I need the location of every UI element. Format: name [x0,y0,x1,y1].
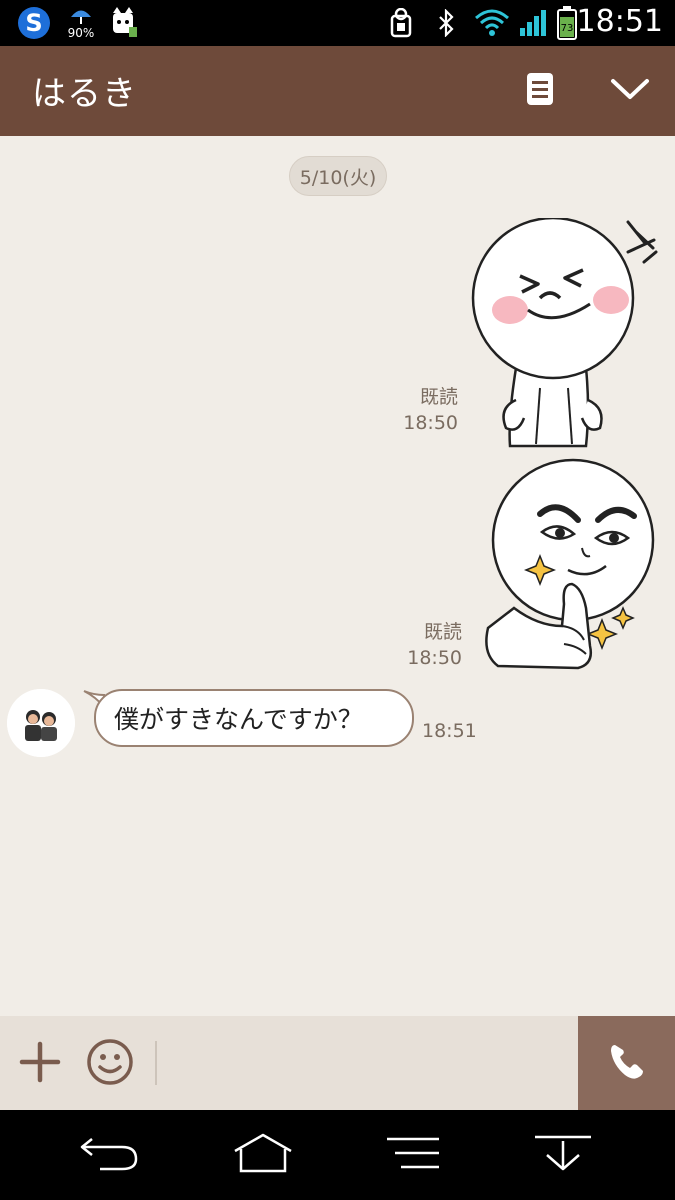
notes-button[interactable] [515,66,565,116]
signal-icon [516,0,550,46]
battery-percent-text: 90% [67,26,95,40]
notification-pull-button[interactable] [528,1130,598,1180]
back-button[interactable] [74,1130,144,1180]
dog-mascot-icon [106,0,142,46]
message-time: 18:50 [407,647,462,669]
message-bubble[interactable]: 僕がすきなんですか？ [94,689,414,747]
call-button[interactable] [578,1016,675,1110]
notifications-pull-icon [533,1133,593,1177]
bluetooth-icon [432,0,460,46]
message-input[interactable] [160,1026,570,1100]
chat-area[interactable]: 5/10(火) 既読 18:50 既読 18:50 僕がすきなんですか？ 18:… [0,136,675,1016]
emoji-icon [86,1038,134,1090]
message-meta: 既読 18:50 [396,619,462,671]
read-label: 既読 [419,386,458,408]
phone-icon [607,1041,647,1085]
clock-time: 18:51 [576,4,663,39]
notes-icon [526,72,554,110]
input-bar [0,1016,675,1110]
add-attachment-button[interactable] [10,1034,70,1094]
umbrella-icon: 90% [62,0,100,46]
collapse-menu-button[interactable] [605,66,655,116]
svg-text:S: S [25,9,42,37]
wifi-icon [472,0,512,46]
home-button[interactable] [228,1130,298,1180]
partner-avatar[interactable] [7,689,75,757]
s-app-icon: S [14,0,54,46]
navigation-bar [0,1110,675,1200]
chevron-down-icon [610,77,650,105]
chat-title: はるき [32,74,137,114]
date-separator: 5/10(火) [289,156,387,196]
thumbs-up-moon-sticker[interactable] [478,458,668,676]
message-time: 18:51 [422,720,477,742]
message-meta: 既読 18:50 [392,384,458,436]
laughing-moon-sticker[interactable] [468,216,668,448]
menu-button[interactable] [378,1130,448,1180]
home-icon [231,1133,295,1177]
chat-header: はるき [0,46,675,136]
read-label: 既読 [423,621,462,643]
menu-icon [385,1135,441,1175]
back-icon [78,1133,140,1177]
message-text: 僕がすきなんですか？ [114,705,363,734]
emoji-button[interactable] [80,1034,140,1094]
battery-level-text: 73 [561,23,574,34]
status-bar: S 90% 73 18:51 [0,0,675,46]
nfc-icon [384,0,418,46]
message-time: 18:50 [403,412,458,434]
input-divider [155,1041,157,1085]
plus-icon [19,1041,61,1087]
